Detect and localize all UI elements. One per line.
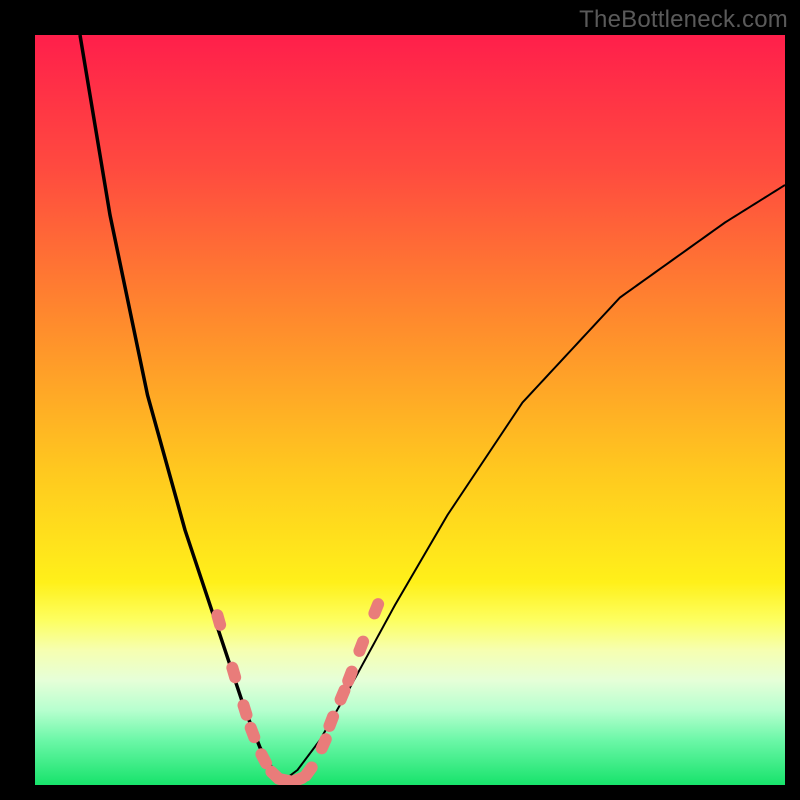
marker-layer (210, 596, 386, 785)
data-marker (322, 709, 341, 734)
plot-area (35, 35, 785, 785)
attribution-text: TheBottleneck.com (579, 6, 788, 34)
curve-left-arm (80, 35, 283, 781)
chart-stage: TheBottleneck.com (0, 0, 800, 800)
data-marker (236, 698, 254, 723)
curve-right-arm (283, 185, 786, 781)
curve-layer (35, 35, 785, 785)
data-marker (367, 596, 386, 621)
data-marker (225, 660, 243, 684)
